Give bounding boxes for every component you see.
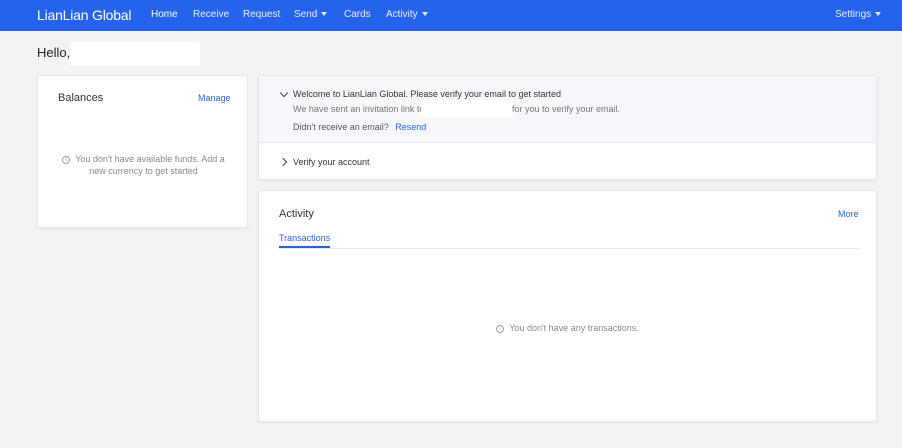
verify-card: Welcome to LianLian Global. Please verif… (258, 75, 877, 180)
caret-down-icon (421, 12, 428, 16)
info-icon: i (62, 156, 71, 164)
nav-send-label: Send (294, 9, 318, 20)
nav-activity[interactable]: Activity (386, 9, 428, 20)
caret-down-icon (875, 12, 882, 16)
nav-request-label: Request (243, 9, 281, 20)
greeting: Hello, (37, 45, 71, 60)
balances-title: Balances (58, 92, 104, 104)
resend-link[interactable]: Resend (395, 122, 426, 132)
not-received-text: Didn't receive an email? (293, 122, 389, 132)
nav-cards-label: Cards (344, 9, 371, 20)
invitation-sent-text: We have sent an invitation link to (293, 104, 425, 114)
more-link[interactable]: More (838, 209, 859, 219)
chevron-down-icon[interactable] (279, 88, 289, 98)
nav-send[interactable]: Send (294, 9, 328, 20)
empty-funds-text: You don't have available funds. Add a ne… (75, 154, 225, 176)
empty-funds-message: i You don't have available funds. Add a n… (58, 153, 229, 177)
verify-account-toggle[interactable]: Verify your account (293, 157, 370, 167)
nav-receive-label: Receive (193, 9, 230, 20)
invitation-sent-suffix: for you to verify your email. (512, 104, 621, 114)
activity-title: Activity (279, 208, 314, 220)
chevron-right-icon[interactable] (278, 157, 288, 167)
nav-home-label: Home (151, 9, 178, 20)
nav-request[interactable]: Request (243, 9, 280, 20)
verify-email-title[interactable]: Welcome to LianLian Global. Please verif… (293, 89, 561, 99)
manage-link[interactable]: Manage (198, 93, 231, 103)
tab-divider (279, 248, 859, 249)
nav-settings-label: Settings (835, 9, 872, 20)
redacted-email (421, 100, 513, 117)
nav-cards[interactable]: Cards (344, 9, 371, 20)
redacted-username (70, 42, 200, 66)
verify-email-section: Welcome to LianLian Global. Please verif… (259, 76, 876, 143)
brand-logo[interactable]: LianLian Global (37, 7, 131, 23)
caret-down-icon (321, 12, 328, 16)
nav-activity-label: Activity (386, 9, 418, 20)
activity-card: Activity More Transactions i You don't ha… (258, 190, 877, 422)
empty-transactions-text: You don't have any transactions. (509, 323, 639, 333)
top-navbar: LianLian Global Home Receive Request Sen… (0, 0, 902, 31)
info-icon: i (496, 325, 505, 333)
nav-receive[interactable]: Receive (193, 9, 229, 20)
nav-home[interactable]: Home (151, 9, 178, 20)
tab-transactions[interactable]: Transactions (279, 233, 331, 248)
nav-settings[interactable]: Settings (835, 9, 882, 20)
balances-card: Balances Manage i You don't have availabl… (37, 75, 248, 228)
resend-row: Didn't receive an email? Resend (293, 122, 426, 132)
empty-transactions-message: i You don't have any transactions. (259, 323, 876, 333)
